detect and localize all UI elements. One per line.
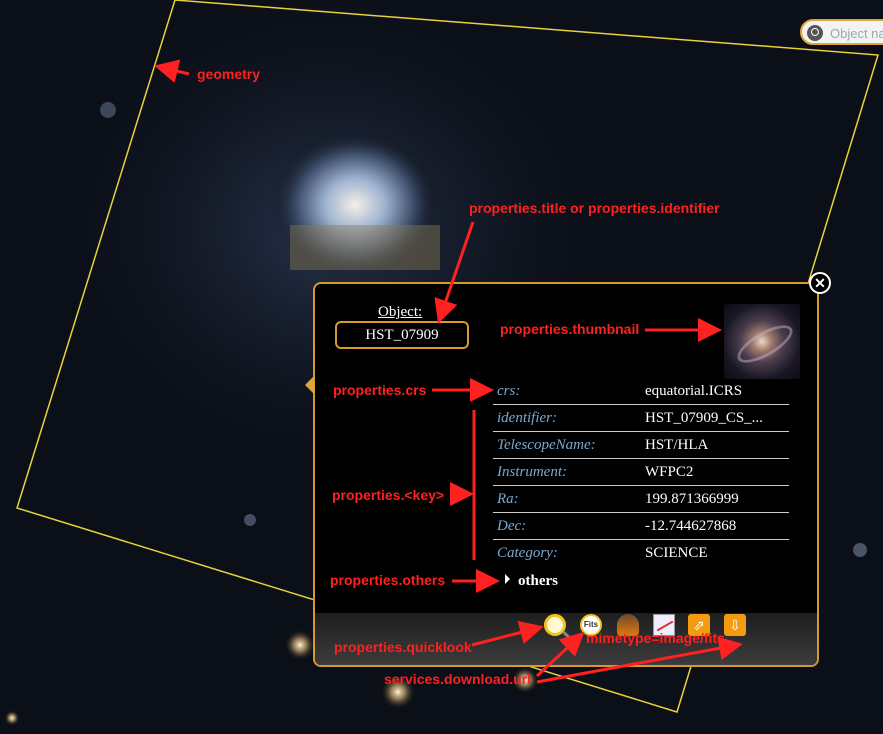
others-label: others [518,573,558,589]
quicklook-icon[interactable] [544,614,566,636]
property-value: HST/HLA [641,431,789,459]
search-icon[interactable] [807,25,823,41]
table-row: TelescopeName: HST/HLA [493,431,789,459]
property-key: TelescopeName: [493,431,641,459]
annotation-download: services.download.url [384,671,532,687]
annotation-quicklook: properties.quicklook [334,639,472,655]
annotation-others: properties.others [330,572,446,588]
table-row: Instrument: WFPC2 [493,458,789,486]
table-row: Ra: 199.871366999 [493,485,789,513]
table-row: Dec: -12.744627868 [493,512,789,540]
property-key: Dec: [493,512,641,540]
property-value: -12.744627868 [641,512,789,540]
annotation-crs: properties.crs [333,382,427,398]
search-input[interactable] [828,23,883,43]
expand-triangle-icon [505,574,510,584]
property-value: WFPC2 [641,458,789,486]
properties-popup: ✕ Object: HST_07909 crs: equatorial.ICRS … [305,272,831,667]
object-label: Object: [378,304,423,320]
table-row: crs: equatorial.ICRS [493,378,789,405]
property-key: Ra: [493,485,641,513]
annotation-geometry: geometry [197,66,261,82]
property-key: crs: [497,382,521,399]
property-value: HST_07909_CS_... [641,404,789,432]
others-toggle[interactable]: others [505,573,558,590]
thumbnail-image[interactable] [724,304,800,379]
table-row: identifier: HST_07909_CS_... [493,404,789,432]
property-key: identifier: [493,404,641,432]
property-value: equatorial.ICRS [645,382,743,399]
popup-pointer [305,376,314,394]
property-key: Instrument: [493,458,641,486]
property-value: SCIENCE [641,539,789,566]
table-row: Category: SCIENCE [493,539,789,566]
properties-table: crs: equatorial.ICRS identifier: HST_07909… [493,378,789,566]
annotation-key: properties.<key> [332,487,445,503]
annotation-mimetype: mimetype=image/fits [586,630,725,646]
download-icon[interactable]: ⇩ [724,614,746,636]
object-search-box[interactable] [800,19,883,45]
close-icon[interactable]: ✕ [809,272,831,294]
property-value: 199.871366999 [641,485,789,513]
object-name: HST_07909 [335,321,469,349]
annotation-thumbnail: properties.thumbnail [500,321,640,337]
property-key: Category: [493,539,641,566]
annotation-title: properties.title or properties.identifie… [469,200,720,216]
